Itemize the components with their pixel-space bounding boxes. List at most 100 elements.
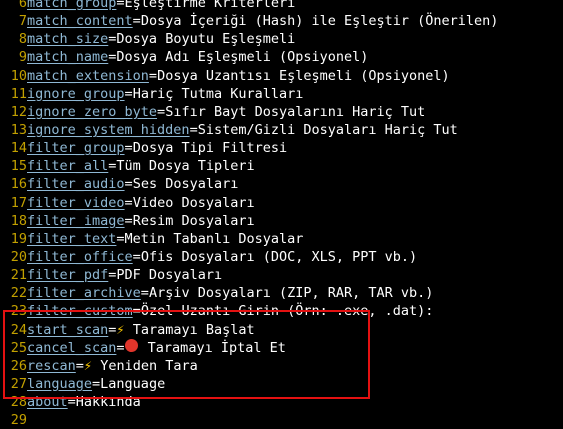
editor-line[interactable]: 21 filter_pdf = PDF Dosyaları: [0, 266, 563, 284]
equals-sign: =: [108, 158, 117, 175]
config-value: Language: [100, 375, 166, 392]
config-key: filter_office: [27, 248, 133, 265]
config-key: rescan: [27, 357, 76, 374]
equals-sign: =: [108, 321, 117, 338]
equals-sign: =: [124, 194, 133, 211]
config-key: filter_all: [27, 158, 109, 175]
line-number: 12: [10, 103, 27, 120]
config-value: Ses Dosyaları: [132, 176, 239, 193]
equals-sign: =: [124, 85, 133, 102]
editor-line[interactable]: 16 filter_audio = Ses Dosyaları: [0, 175, 563, 193]
lightning-bolt-icon: ⚡: [83, 357, 93, 374]
config-key: cancel_scan: [27, 339, 117, 356]
equals-sign: =: [108, 49, 117, 66]
editor-line[interactable]: 26 rescan = ⚡ Yeniden Tara: [0, 357, 563, 375]
config-key: match_extension: [27, 67, 149, 84]
editor-line[interactable]: 24 start_scan = ⚡ Taramayı Başlat: [0, 321, 563, 339]
editor-line[interactable]: 20 filter_office = Ofis Dosyaları (DOC, XLS…: [0, 248, 563, 266]
editor-line[interactable]: 11 ignore_group = Hariç Tutma Kuralları: [0, 85, 563, 103]
text-editor[interactable]: 6 match_group = Eşleştirme Kriterleri 7 matc…: [0, 0, 563, 429]
editor-line[interactable]: 22 filter_archive = Arşiv Dosyaları (ZIP, R…: [0, 284, 563, 302]
equals-sign: =: [189, 121, 198, 138]
equals-sign: =: [92, 375, 101, 392]
red-circle-icon: [124, 338, 138, 352]
config-key: match_content: [27, 13, 133, 30]
line-number: 28: [10, 394, 27, 411]
equals-sign: =: [116, 339, 125, 356]
config-key: ignore_group: [27, 85, 125, 102]
config-value: Tüm Dosya Tipleri: [116, 158, 255, 175]
editor-line[interactable]: 17 filter_video = Video Dosyaları: [0, 194, 563, 212]
editor-line[interactable]: 7 match_content = Dosya İçeriği (Hash) ile …: [0, 12, 563, 30]
equals-sign: =: [67, 394, 76, 411]
equals-sign: =: [108, 267, 117, 284]
editor-line[interactable]: 10 match_extension = Dosya Uzantısı Eşleşme…: [0, 67, 563, 85]
equals-sign: =: [75, 357, 84, 374]
editor-line[interactable]: 14 filter_group = Dosya Tipi Filtresi: [0, 139, 563, 157]
config-value: Yeniden Tara: [92, 357, 198, 374]
config-key: filter_video: [27, 194, 125, 211]
line-number: 20: [10, 248, 27, 265]
equals-sign: =: [116, 230, 125, 247]
line-number: 24: [10, 321, 27, 338]
line-number: 19: [10, 230, 27, 247]
line-number: 11: [10, 85, 27, 102]
config-value: Ofis Dosyaları (DOC, XLS, PPT vb.): [140, 248, 418, 265]
config-value: Dosya İçeriği (Hash) ile Eşleştir (Öneri…: [140, 13, 499, 30]
equals-sign: =: [140, 285, 149, 302]
config-key: about: [27, 394, 68, 411]
config-key: match_size: [27, 31, 109, 48]
line-number: 18: [10, 212, 27, 229]
editor-line[interactable]: 8 match_size = Dosya Boyutu Eşleşmeli: [0, 30, 563, 48]
config-key: language: [27, 375, 93, 392]
editor-line[interactable]: 15 filter_all = Tüm Dosya Tipleri: [0, 157, 563, 175]
config-key: filter_text: [27, 230, 117, 247]
lightning-bolt-icon: ⚡: [116, 321, 125, 338]
config-value: Resim Dosyaları: [132, 212, 255, 229]
line-number: 23: [10, 303, 27, 320]
config-key: start_scan: [27, 321, 109, 338]
line-number: 10: [10, 67, 27, 84]
config-key: filter_custom: [27, 303, 133, 320]
config-key: match_name: [27, 49, 109, 66]
config-value: Hakkında: [75, 394, 141, 411]
equals-sign: =: [132, 248, 141, 265]
line-number: 26: [10, 357, 27, 374]
config-key: filter_audio: [27, 176, 125, 193]
line-number: 27: [10, 375, 27, 392]
equals-sign: =: [116, 0, 125, 11]
equals-sign: =: [132, 13, 141, 30]
config-value: Dosya Adı Eşleşmeli (Opsiyonel): [116, 49, 369, 66]
equals-sign: =: [124, 176, 133, 193]
editor-line[interactable]: 9 match_name = Dosya Adı Eşleşmeli (Opsiyon…: [0, 48, 563, 66]
editor-line[interactable]: 27 language = Language: [0, 375, 563, 393]
config-key: filter_archive: [27, 285, 141, 302]
equals-sign: =: [124, 212, 133, 229]
editor-line[interactable]: 19 filter_text = Metin Tabanlı Dosyalar: [0, 230, 563, 248]
config-value: Taramayı İptal Et: [139, 339, 286, 356]
line-number: 13: [10, 121, 27, 138]
line-number: 15: [10, 158, 27, 175]
config-key: ignore_zero_byte: [27, 103, 158, 120]
equals-sign: =: [124, 140, 133, 157]
line-number: 6: [18, 0, 27, 11]
config-value: Hariç Tutma Kuralları: [132, 85, 304, 102]
config-value: Sıfır Bayt Dosyalarını Hariç Tut: [165, 103, 426, 120]
editor-line[interactable]: 23 filter_custom = Özel Uzantı Girin (Örn: …: [0, 302, 563, 320]
editor-line[interactable]: 25 cancel_scan = Taramayı İptal Et: [0, 338, 563, 357]
config-value: Taramayı Başlat: [124, 321, 255, 338]
editor-line[interactable]: 12 ignore_zero_byte = Sıfır Bayt Dosyaların…: [0, 103, 563, 121]
editor-line[interactable]: 28 about = Hakkında: [0, 393, 563, 411]
config-value: Dosya Boyutu Eşleşmeli: [116, 31, 296, 48]
line-number: 22: [10, 285, 27, 302]
config-key: match_group: [27, 0, 117, 11]
line-number: 9: [18, 49, 27, 66]
editor-line[interactable]: 13 ignore_system_hidden = Sistem/Gizli Dosy…: [0, 121, 563, 139]
line-number: 7: [18, 13, 27, 30]
config-key: filter_pdf: [27, 267, 109, 284]
equals-sign: =: [157, 103, 166, 120]
editor-line[interactable]: 18 filter_image = Resim Dosyaları: [0, 212, 563, 230]
equals-sign: =: [148, 67, 158, 84]
editor-line[interactable]: 6 match_group = Eşleştirme Kriterleri: [0, 0, 563, 12]
config-key: filter_image: [27, 212, 125, 229]
